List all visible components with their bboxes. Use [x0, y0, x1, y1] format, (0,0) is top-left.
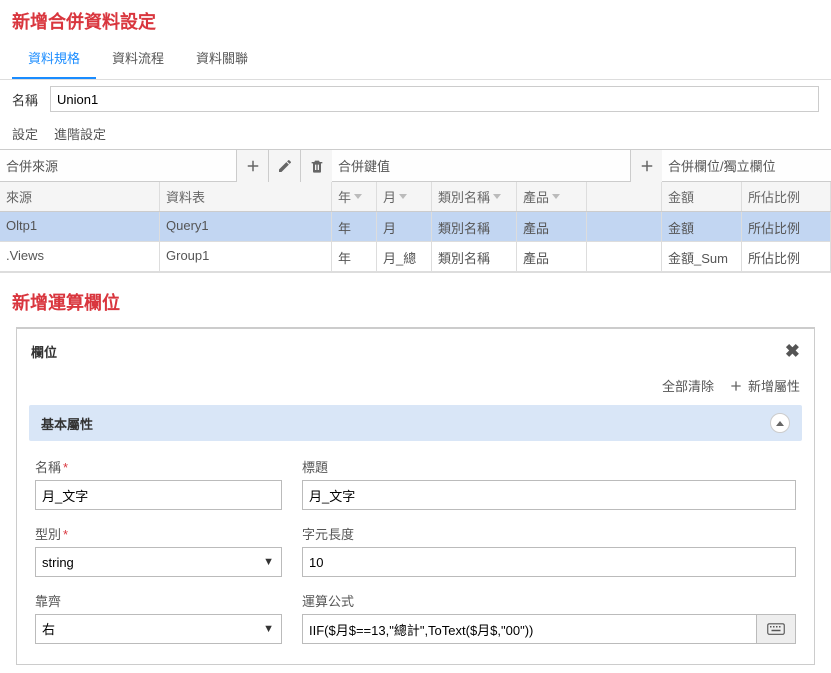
merge-key-grid: 合併鍵值 年 月 類別名稱 產品 年 月 類別名稱 產品 年 [332, 150, 662, 272]
col-empty [587, 182, 662, 211]
col-year[interactable]: 年 [332, 182, 377, 211]
table-row[interactable]: 年 月 類別名稱 產品 [332, 212, 662, 242]
field-name-input[interactable] [35, 480, 282, 510]
subtab-settings[interactable]: 設定 [12, 124, 38, 143]
merge-key-title: 合併鍵值 [338, 156, 630, 175]
keyboard-icon [767, 622, 785, 636]
formula-editor-button[interactable] [756, 614, 796, 644]
trash-icon [309, 158, 325, 174]
field-align-select[interactable]: 右 [35, 614, 282, 644]
col-product[interactable]: 產品 [517, 182, 587, 211]
sort-icon [493, 194, 501, 199]
col-source[interactable]: 來源 [0, 182, 160, 211]
plus-icon [638, 157, 656, 175]
add-key-button[interactable] [630, 150, 662, 182]
table-row[interactable]: Oltp1 Query1 [0, 212, 332, 242]
accordion-title: 基本屬性 [41, 414, 93, 433]
edit-source-button[interactable] [268, 150, 300, 182]
cell-source: .Views [0, 242, 160, 271]
name-label: 名稱 [12, 90, 42, 109]
tab-data-relation[interactable]: 資料關聯 [180, 38, 264, 79]
page-title-computed: 新增運算欄位 [0, 273, 831, 319]
close-button[interactable]: ✖ [785, 341, 800, 362]
sort-icon [354, 194, 362, 199]
plus-icon [728, 378, 744, 394]
field-formula-label: 運算公式 [302, 591, 796, 610]
field-title-input[interactable] [302, 480, 796, 510]
tab-data-flow[interactable]: 資料流程 [96, 38, 180, 79]
col-percentage[interactable]: 所佔比例 [742, 182, 831, 211]
table-row[interactable]: 金額_Sum 所佔比例 [662, 242, 831, 272]
table-row[interactable]: .Views Group1 [0, 242, 332, 272]
add-property-button[interactable]: 新增屬性 [728, 376, 800, 395]
sub-tabs: 設定 進階設定 [0, 118, 831, 150]
clear-all-button[interactable]: 全部清除 [662, 376, 714, 395]
page-title-merge: 新增合併資料設定 [0, 0, 831, 38]
cell-table: Group1 [160, 242, 332, 271]
col-month[interactable]: 月 [377, 182, 432, 211]
merge-source-grid: 合併來源 來源 資料表 Oltp1 Query1 .Views [0, 150, 332, 272]
field-name-label: 名稱* [35, 457, 282, 476]
plus-icon [244, 157, 262, 175]
field-length-input[interactable] [302, 547, 796, 577]
tab-data-spec[interactable]: 資料規格 [12, 38, 96, 79]
merge-columns-grid: 合併欄位/獨立欄位 金額 所佔比例 金額 所佔比例 金額_Sum 所佔比例 [662, 150, 831, 272]
merge-source-title: 合併來源 [6, 156, 236, 175]
edit-icon [277, 158, 293, 174]
add-source-button[interactable] [236, 150, 268, 182]
sort-icon [399, 194, 407, 199]
cell-source: Oltp1 [0, 212, 160, 241]
col-table[interactable]: 資料表 [160, 182, 332, 211]
field-panel: 欄位 ✖ 全部清除 新增屬性 基本屬性 名稱* [16, 327, 815, 665]
col-category[interactable]: 類別名稱 [432, 182, 517, 211]
sort-icon [552, 194, 560, 199]
field-type-label: 型別* [35, 524, 282, 543]
field-length-label: 字元長度 [302, 524, 796, 543]
name-input[interactable] [50, 86, 819, 112]
accordion-basic-props[interactable]: 基本屬性 [29, 405, 802, 441]
col-amount[interactable]: 金額 [662, 182, 742, 211]
subtab-advanced[interactable]: 進階設定 [54, 124, 106, 143]
field-formula-input[interactable] [302, 614, 756, 644]
merge-columns-title: 合併欄位/獨立欄位 [668, 156, 831, 175]
delete-source-button[interactable] [300, 150, 332, 182]
panel-title: 欄位 [31, 342, 57, 361]
table-row[interactable]: 金額 所佔比例 [662, 212, 831, 242]
table-row[interactable]: 年 月_總 類別名稱 產品 [332, 242, 662, 272]
field-type-select[interactable]: string [35, 547, 282, 577]
collapse-button[interactable] [770, 413, 790, 433]
main-tabs: 資料規格 資料流程 資料關聯 [0, 38, 831, 80]
field-title-label: 標題 [302, 457, 796, 476]
field-align-label: 靠齊 [35, 591, 282, 610]
cell-table: Query1 [160, 212, 332, 241]
